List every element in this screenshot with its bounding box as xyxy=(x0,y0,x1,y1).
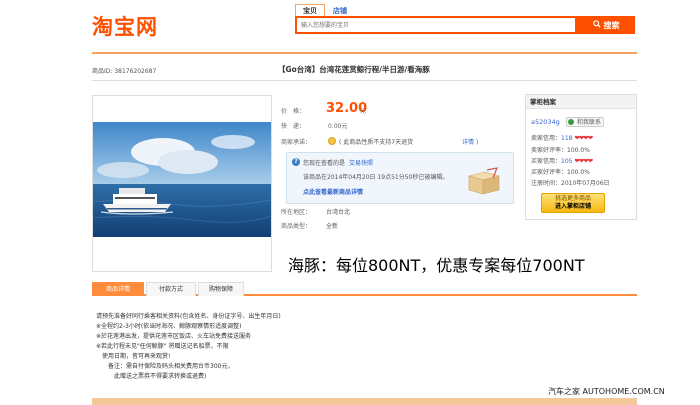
heart-rating-icon: ❤❤❤❤ xyxy=(574,134,593,142)
snapshot-link[interactable]: 交易快照 xyxy=(349,158,373,167)
buyer-credit-label: 买家信用： xyxy=(531,158,562,165)
promise-label: 商家承诺： xyxy=(281,139,312,146)
shipping-label: 快 递： xyxy=(281,123,306,130)
seller-rate-label: 卖家好评率： xyxy=(531,147,568,154)
watermark: 汽车之家 AUTOHOME.COM.CN xyxy=(548,387,665,396)
desc-line: 请预先准备好同行乘客相关资料(包含姓名、身份证字号、出生年月日) xyxy=(96,313,281,320)
type-label: 商品类型： xyxy=(281,223,312,230)
product-description: 请预先准备好同行乘客相关资料(包含姓名、身份证字号、出生年月日) ※全程约2-3… xyxy=(96,312,416,382)
info-icon: ? xyxy=(292,158,300,166)
promise-detail-link[interactable]: 详情 ) xyxy=(462,137,478,146)
online-status-icon xyxy=(568,119,574,125)
price-label: 价 格： xyxy=(281,108,306,115)
promise-text: ( 此商品性质不支持7天退货 xyxy=(339,139,414,146)
desc-line: 备注：需自付保险及码头相关费用台币300元， xyxy=(96,363,234,370)
promise-icon xyxy=(328,137,336,145)
buyer-rate-label: 买家好评率： xyxy=(531,169,568,176)
desc-line: ※於花莲港出发，提供花莲市区饭店、火车站免费接送服务 xyxy=(96,333,252,340)
seller-rate-row: 卖家好评率：100.0% xyxy=(531,145,590,154)
search-icon xyxy=(592,20,601,30)
enter-shop-top: 挑选更多商品 xyxy=(554,195,591,202)
register-label: 注册时间： xyxy=(531,180,562,187)
item-photo[interactable] xyxy=(93,122,271,237)
price-unit: 元 xyxy=(360,108,367,115)
notice-prefix: 您现在查看的是 xyxy=(303,160,346,167)
contact-label: 和我联系 xyxy=(577,119,602,126)
seller-credit-value[interactable]: 118 xyxy=(561,135,572,142)
package-icon xyxy=(463,166,503,196)
search-button[interactable]: 搜索 xyxy=(577,16,635,34)
desc-line: ※若此行程未见"任何鲸豚" 将赠送记名船票，不限 xyxy=(96,343,229,350)
desc-line: ※全程约2-3小时(依当时海况、鲸豚观察情形适度调整) xyxy=(96,323,242,330)
location-value: 台湾台北 xyxy=(326,209,351,216)
taobao-logo[interactable]: 淘宝网 xyxy=(92,11,158,41)
enter-shop-bottom: 进入掌柜店铺 xyxy=(554,203,591,210)
tab-product-detail[interactable]: 商品详情 xyxy=(92,282,144,296)
title-divider xyxy=(92,80,637,81)
item-id: 商品ID: 38176202687 xyxy=(92,68,157,75)
buyer-rate-row: 买家好评率：100.0% xyxy=(531,167,590,176)
tab-shops[interactable]: 店铺 xyxy=(325,4,355,16)
tab-items[interactable]: 宝贝 xyxy=(295,4,325,16)
bottom-image-strip xyxy=(92,398,637,405)
search-input[interactable] xyxy=(297,18,575,32)
location-label: 所在地区： xyxy=(281,209,312,216)
tab-payment[interactable]: 付款方式 xyxy=(146,282,196,296)
price-overlay-text: 海豚：每位800NT，优惠专案每位700NT xyxy=(288,256,585,275)
buyer-credit-value[interactable]: 105 xyxy=(561,158,572,165)
register-row: 注册时间：2010年07月06日 xyxy=(531,178,610,187)
seller-panel-title: 掌柜档案 xyxy=(526,95,636,109)
seller-name-link[interactable]: a52034g xyxy=(531,118,560,126)
enter-shop-button[interactable]: 挑选更多商品 进入掌柜店铺 xyxy=(541,193,605,213)
desc-line: 此赠送之票券不得要求转换或退费) xyxy=(96,373,207,380)
search-button-label: 搜索 xyxy=(603,20,620,30)
buyer-rate-value: 100.0% xyxy=(567,169,590,176)
tab-guarantee[interactable]: 购物保障 xyxy=(198,282,244,296)
notice-edit-time: 该商品在2014年04月20日 19点51分50秒已被编辑。 xyxy=(303,174,449,181)
header-divider xyxy=(92,52,637,54)
heart-rating-icon: ❤❤❤❤ xyxy=(574,157,593,165)
item-title: 【Go台湾】台湾花莲赏鲸行程/半日游/看海豚 xyxy=(278,65,430,74)
buyer-credit-row: 买家信用：105 ❤❤❤❤ xyxy=(531,156,593,165)
register-value: 2010年07月06日 xyxy=(561,180,610,187)
seller-credit-label: 卖家信用： xyxy=(531,135,562,142)
seller-rate-value: 100.0% xyxy=(567,147,590,154)
desc-line: 使用日期，皆可再来观赏! xyxy=(96,353,171,360)
seller-credit-row: 卖家信用：118 ❤❤❤❤ xyxy=(531,133,593,142)
search-tabs: 宝贝 店铺 xyxy=(295,4,355,16)
shipping-value: 0.00元 xyxy=(328,123,348,130)
latest-detail-link[interactable]: 点此查看最新商品详情 xyxy=(303,187,363,196)
search-box xyxy=(295,16,577,34)
type-value: 全新 xyxy=(326,223,339,230)
